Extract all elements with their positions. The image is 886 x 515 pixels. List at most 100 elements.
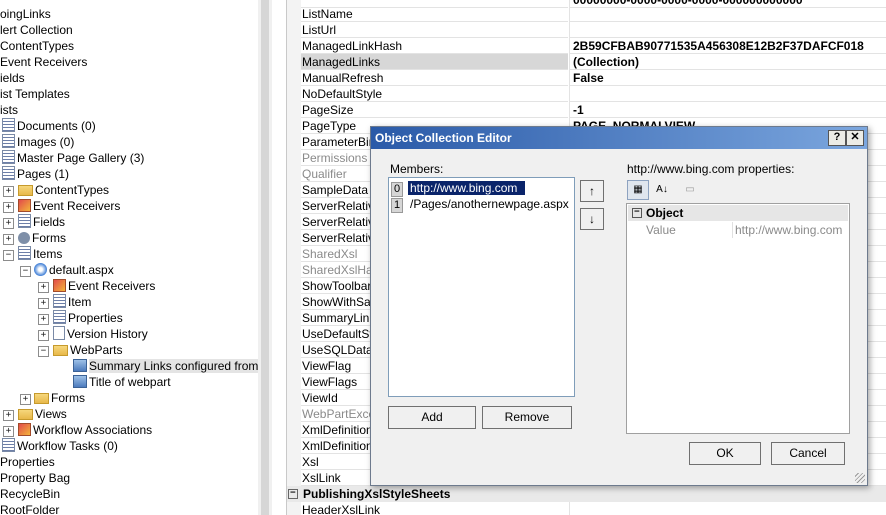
property-value[interactable] <box>569 86 886 102</box>
tree-node-lists[interactable]: ists <box>0 102 18 118</box>
property-name: Value <box>646 223 676 237</box>
remove-button[interactable]: Remove <box>482 406 572 429</box>
tree-node-images[interactable]: Images (0) <box>2 134 74 150</box>
tree-node-label: Workflow Tasks (0) <box>17 439 118 453</box>
tree-node-summary-links-webpart[interactable]: Summary Links configured from UI <box>73 358 258 374</box>
property-row[interactable]: ManagedLinkHash 2B59CFBAB90771535A456308E… <box>287 38 886 54</box>
tree-node-views[interactable]: Views <box>18 406 67 422</box>
property-row[interactable]: ListName <box>287 6 886 22</box>
property-value[interactable] <box>569 502 886 515</box>
member-item[interactable]: 1/Pages/anothernewpage.aspx <box>391 196 572 213</box>
tree-scrollbar[interactable] <box>261 0 269 515</box>
expand-toggle-icon[interactable]: + <box>38 314 49 325</box>
tree-node-fields[interactable]: ields <box>0 70 25 86</box>
tree-node-item-webparts[interactable]: WebParts <box>53 342 122 358</box>
expand-toggle-icon[interactable]: + <box>3 218 14 229</box>
property-row[interactable]: Value http://www.bing.com <box>628 222 848 238</box>
property-row[interactable]: HeaderXslLink <box>287 502 886 515</box>
collapse-toggle-icon[interactable]: − <box>20 266 31 277</box>
members-list[interactable]: 0 http://www.bing.com 1/Pages/anothernewp… <box>388 177 575 397</box>
tree-node-label: RootFolder <box>0 503 60 515</box>
tree-node-workflow-associations[interactable]: Workflow Associations <box>18 422 152 438</box>
dialog-title-bar[interactable]: Object Collection Editor ? ✕ <box>371 127 867 149</box>
add-button[interactable]: Add <box>388 406 476 429</box>
tree-node-label: Title of webpart <box>89 375 171 389</box>
tree-node-workflow-tasks[interactable]: Workflow Tasks (0) <box>2 438 118 454</box>
tree-node-label: Event Receivers <box>33 199 121 213</box>
member-text: /Pages/anothernewpage.aspx <box>410 197 569 211</box>
property-row[interactable]: PageSize -1 <box>287 102 886 118</box>
tree-node-label: Item <box>68 295 92 309</box>
tree-node-recycle-bin[interactable]: RecycleBin <box>0 486 60 502</box>
cancel-button[interactable]: Cancel <box>771 442 845 465</box>
property-value[interactable] <box>569 22 886 38</box>
tree-node-master-page-gallery[interactable]: Master Page Gallery (3) <box>2 150 144 166</box>
expand-toggle-icon[interactable]: + <box>3 410 14 421</box>
expand-toggle-icon[interactable]: + <box>20 394 31 405</box>
collapse-toggle-icon[interactable]: − <box>288 489 298 499</box>
expand-toggle-icon[interactable]: + <box>3 234 14 245</box>
property-row[interactable]: ManualRefresh False <box>287 70 886 86</box>
tree-node-title-webpart[interactable]: Title of webpart <box>73 374 171 390</box>
category-publishing-xsl-stylesheets[interactable]: − PublishingXslStyleSheets <box>287 486 886 502</box>
tree-node-properties[interactable]: Properties <box>0 454 55 470</box>
tree-node-content-types[interactable]: ContentTypes <box>0 38 74 54</box>
tree-node-event-receivers[interactable]: Event Receivers <box>0 54 87 70</box>
property-row[interactable]: ListUrl <box>287 22 886 38</box>
tree-node-pages[interactable]: Pages (1) <box>2 166 69 182</box>
members-label: Members: <box>390 162 444 176</box>
property-value[interactable]: http://www.bing.com <box>732 222 851 238</box>
collapse-toggle-icon[interactable]: − <box>38 346 49 357</box>
property-value[interactable]: -1 <box>569 102 886 118</box>
alphabetical-sort-icon[interactable]: A↓ <box>651 180 673 200</box>
expand-toggle-icon[interactable]: + <box>38 330 49 341</box>
expand-toggle-icon[interactable]: + <box>3 202 14 213</box>
property-name: ManagedLinkHash <box>301 38 568 54</box>
tree-node-pages-items[interactable]: Items <box>18 246 62 262</box>
collapse-toggle-icon[interactable]: − <box>632 208 642 218</box>
tree-node-item-forms[interactable]: Forms <box>34 390 85 406</box>
category-label: PublishingXslStyleSheets <box>303 487 451 501</box>
collapse-toggle-icon[interactable]: − <box>3 250 14 261</box>
expand-toggle-icon[interactable]: + <box>3 426 14 437</box>
member-item[interactable]: 0 http://www.bing.com <box>391 180 572 197</box>
ok-button[interactable]: OK <box>689 442 761 465</box>
property-row[interactable]: ManagedLinks (Collection) <box>287 54 886 70</box>
help-button[interactable]: ? <box>828 130 846 146</box>
tree-node-root-folder[interactable]: RootFolder <box>0 502 59 515</box>
tree-node-bing-links[interactable]: oingLinks <box>0 6 51 22</box>
object-tree[interactable]: oingLinks lert Collection ContentTypes E… <box>0 0 258 515</box>
tree-node-property-bag[interactable]: Property Bag <box>0 470 70 486</box>
expand-toggle-icon[interactable]: + <box>38 298 49 309</box>
expand-toggle-icon[interactable]: + <box>3 186 14 197</box>
tree-node-list-templates[interactable]: ist Templates <box>0 86 70 102</box>
tree-node-item-version-history[interactable]: Version History <box>53 326 148 342</box>
tree-node-pages-fields[interactable]: Fields <box>18 214 65 230</box>
property-row[interactable]: NoDefaultStyle <box>287 86 886 102</box>
tree-node-default-aspx[interactable]: default.aspx <box>34 262 114 278</box>
move-up-button[interactable]: ↑ <box>580 180 604 202</box>
property-value[interactable]: 2B59CFBAB90771535A456308E12B2F37DAFCF018 <box>569 38 886 54</box>
tree-node-item-item[interactable]: Item <box>53 294 91 310</box>
tree-node-label: Properties <box>0 455 55 469</box>
move-down-button[interactable]: ↓ <box>580 208 604 230</box>
tree-node-pages-forms[interactable]: Forms <box>18 230 66 246</box>
close-button[interactable]: ✕ <box>846 130 864 146</box>
tree-node-item-properties[interactable]: Properties <box>53 310 123 326</box>
tree-node-item-event-receivers[interactable]: Event Receivers <box>53 278 155 294</box>
property-pages-icon[interactable]: ▭ <box>679 180 701 200</box>
expand-toggle-icon[interactable]: + <box>38 282 49 293</box>
tree-node-documents[interactable]: Documents (0) <box>2 118 96 134</box>
tree-node-pages-event-receivers[interactable]: Event Receivers <box>18 198 120 214</box>
tree-node-label: Workflow Associations <box>33 423 153 437</box>
member-properties-grid[interactable]: − Object Value http://www.bing.com <box>626 203 850 434</box>
property-value[interactable]: False <box>569 70 886 86</box>
tree-node-pages-content-types[interactable]: ContentTypes <box>18 182 109 198</box>
categorized-view-icon[interactable]: ▦ <box>627 180 649 200</box>
property-value[interactable] <box>569 6 886 22</box>
tree-node-alert-collection[interactable]: lert Collection <box>0 22 73 38</box>
tree-node-label: Documents (0) <box>17 119 96 133</box>
property-value[interactable]: (Collection) <box>569 54 886 70</box>
resize-grip[interactable] <box>855 473 865 483</box>
category-object[interactable]: − Object <box>628 205 848 221</box>
